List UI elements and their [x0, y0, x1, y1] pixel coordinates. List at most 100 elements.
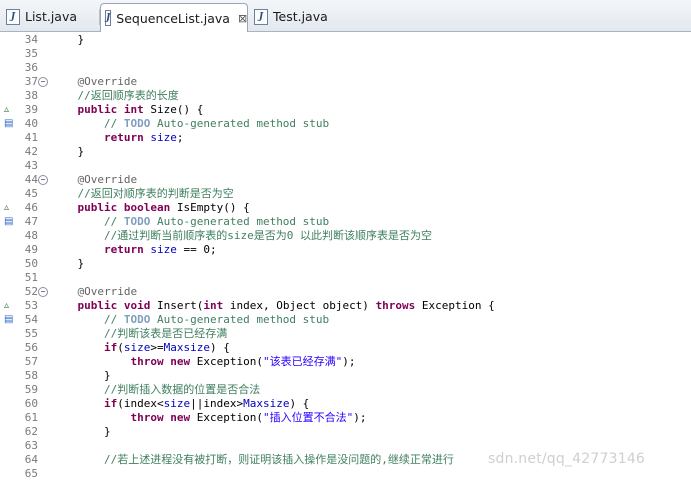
code-text: // TODO Auto-generated method stub	[103, 117, 330, 130]
code-text: throw new Exception("该表已经存满");	[130, 355, 356, 368]
fold-toggle-icon[interactable]: −	[38, 287, 48, 297]
line-number: 64	[24, 453, 38, 466]
line-number: 50	[24, 257, 38, 270]
code-text: //判断该表是否已经存满	[103, 327, 228, 340]
code-line[interactable]: 36	[0, 61, 691, 75]
code-line[interactable]: 38 //返回顺序表的长度	[0, 89, 691, 103]
line-number: 58	[24, 369, 38, 382]
tab-test-java[interactable]: J Test.java	[250, 3, 340, 30]
task-marker-icon[interactable]: ▤	[4, 118, 13, 130]
line-number: 62	[24, 425, 38, 438]
line-number: 63	[24, 439, 38, 452]
line-number: 46	[24, 201, 38, 214]
line-number: 41	[24, 131, 38, 144]
code-line[interactable]: 40 ▤ // TODO Auto-generated method stub	[0, 117, 691, 131]
line-number: 45	[24, 187, 38, 200]
code-line[interactable]: 48 //通过判断当前顺序表的size是否为0 以此判断该顺序表是否为空	[0, 229, 691, 243]
code-text: return size;	[103, 131, 184, 144]
override-marker-icon[interactable]: ▵	[4, 300, 9, 312]
code-line[interactable]: 44− @Override	[0, 173, 691, 187]
tab-label: List.java	[25, 9, 78, 24]
code-line[interactable]: 54 ▤ // TODO Auto-generated method stub	[0, 313, 691, 327]
line-number: 39	[24, 103, 38, 116]
code-line[interactable]: 42 }	[0, 145, 691, 159]
code-line[interactable]: 43	[0, 159, 691, 173]
code-text: }	[51, 425, 111, 438]
line-number: 35	[24, 47, 38, 60]
code-line[interactable]: 34 }	[0, 33, 691, 47]
fold-toggle-icon[interactable]: −	[38, 175, 48, 185]
tab-sequencelist-java[interactable]: J SequenceList.java ⊠	[100, 3, 248, 32]
code-line[interactable]: 58 }	[0, 369, 691, 383]
override-marker-icon[interactable]: ▵	[4, 202, 9, 214]
tab-list-java[interactable]: J List.java	[2, 3, 97, 30]
code-line[interactable]: 37− @Override	[0, 75, 691, 89]
line-number: 40	[24, 117, 38, 130]
tab-label: Test.java	[273, 9, 328, 24]
line-number: 37	[24, 75, 38, 88]
code-line[interactable]: 59 //判断插入数据的位置是否合法	[0, 383, 691, 397]
code-line[interactable]: 62 }	[0, 425, 691, 439]
code-line[interactable]: 56 if(size>=Maxsize) {	[0, 341, 691, 355]
line-number: 61	[24, 411, 38, 424]
code-line[interactable]: 51	[0, 271, 691, 285]
code-line[interactable]: 39 ▵ public int Size() {	[0, 103, 691, 117]
line-number: 34	[24, 33, 38, 46]
code-text: }	[51, 257, 85, 270]
code-text: if(index<size||index>Maxsize) {	[103, 397, 310, 410]
code-line[interactable]: 61 throw new Exception("插入位置不合法");	[0, 411, 691, 425]
task-marker-icon[interactable]: ▤	[4, 216, 13, 228]
code-line[interactable]: 52− @Override	[0, 285, 691, 299]
code-text: @Override	[51, 173, 138, 186]
code-line[interactable]: 55 //判断该表是否已经存满	[0, 327, 691, 341]
line-number: 49	[24, 243, 38, 256]
code-text: //判断插入数据的位置是否合法	[103, 383, 261, 396]
line-number: 36	[24, 61, 38, 74]
line-number: 54	[24, 313, 38, 326]
close-tab-icon[interactable]: ⊠	[238, 12, 247, 25]
code-text: }	[51, 369, 111, 382]
line-number: 44	[24, 173, 38, 186]
code-line[interactable]: 60 if(index<size||index>Maxsize) {	[0, 397, 691, 411]
code-line[interactable]: 53 ▵ public void Insert(int index, Object…	[0, 299, 691, 313]
line-number: 59	[24, 383, 38, 396]
line-number: 48	[24, 229, 38, 242]
code-text: //若上述进程没有被打断，则证明该插入操作是没问题的,继续正常进行	[103, 453, 454, 466]
code-text: //返回顺序表的长度	[77, 89, 179, 102]
code-text: //返回对顺序表的判断是否为空	[77, 187, 234, 200]
code-text: public boolean IsEmpty() {	[77, 201, 250, 214]
code-line[interactable]: 35	[0, 47, 691, 61]
code-text: // TODO Auto-generated method stub	[103, 313, 330, 326]
override-marker-icon[interactable]: ▵	[4, 104, 9, 116]
code-line[interactable]: 47 ▤ // TODO Auto-generated method stub	[0, 215, 691, 229]
java-file-icon: J	[105, 10, 112, 26]
code-text: }	[51, 33, 85, 46]
line-number: 43	[24, 159, 38, 172]
code-text: // TODO Auto-generated method stub	[103, 215, 330, 228]
line-number: 57	[24, 355, 38, 368]
code-text: //通过判断当前顺序表的size是否为0 以此判断该顺序表是否为空	[103, 229, 432, 242]
line-number: 51	[24, 271, 38, 284]
code-text: }	[51, 145, 85, 158]
java-file-icon: J	[254, 8, 268, 25]
code-line[interactable]: 41 return size;	[0, 131, 691, 145]
watermark: sdn.net/qq_42773146	[488, 451, 646, 467]
fold-toggle-icon[interactable]: −	[38, 77, 48, 87]
line-number: 56	[24, 341, 38, 354]
code-text: return size == 0;	[103, 243, 217, 256]
tab-label: SequenceList.java	[116, 10, 230, 26]
line-number: 38	[24, 89, 38, 102]
code-text: @Override	[51, 285, 138, 298]
code-line[interactable]: 50 }	[0, 257, 691, 271]
line-number: 42	[24, 145, 38, 158]
code-line[interactable]: 57 throw new Exception("该表已经存满");	[0, 355, 691, 369]
code-line[interactable]: 49 return size == 0;	[0, 243, 691, 257]
task-marker-icon[interactable]: ▤	[4, 314, 13, 326]
code-line[interactable]: 45 //返回对顺序表的判断是否为空	[0, 187, 691, 201]
line-number: 60	[24, 397, 38, 410]
line-number: 53	[24, 299, 38, 312]
code-line[interactable]: 46 ▵ public boolean IsEmpty() {	[0, 201, 691, 215]
code-text: throw new Exception("插入位置不合法");	[130, 411, 367, 424]
line-number: 55	[24, 327, 38, 340]
code-editor[interactable]: 34 } 35 36 37− @Override 38 //返回顺序表的长度 39 ▵ pu…	[0, 32, 691, 480]
